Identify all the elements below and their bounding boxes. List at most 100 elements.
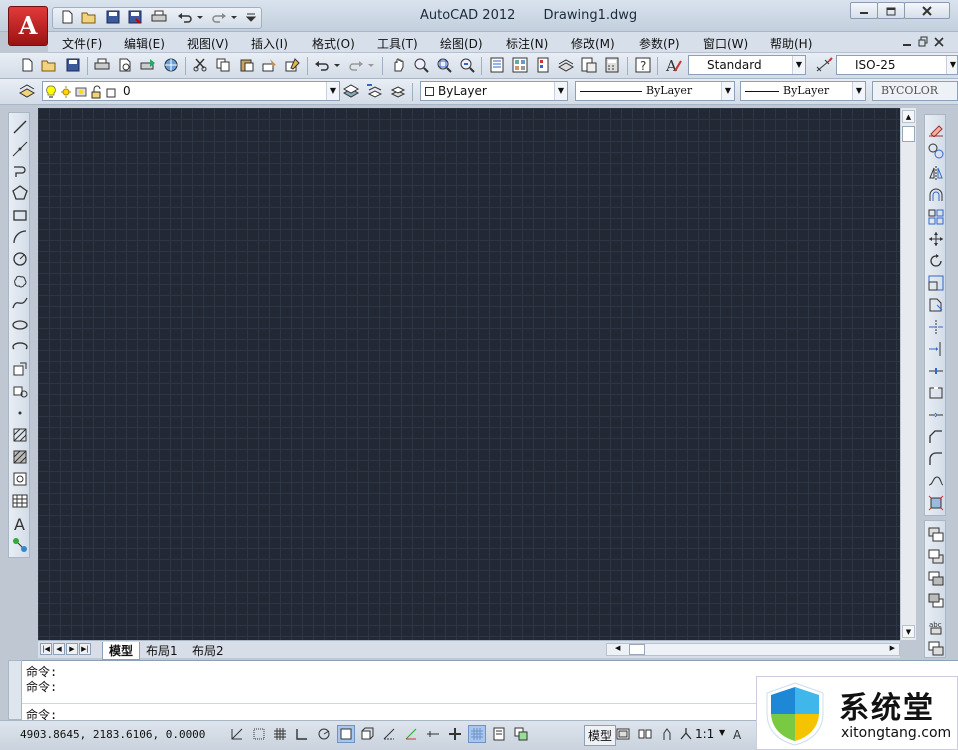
offset-icon[interactable] (926, 185, 946, 205)
undo-icon[interactable] (312, 55, 332, 75)
3d-object-snap-icon[interactable] (358, 725, 376, 743)
lineweight-select[interactable]: ByLayer ▼ (740, 81, 866, 101)
horizontal-scroll-thumb[interactable] (629, 644, 645, 655)
send-to-back-icon[interactable] (926, 547, 946, 567)
menu-parameters[interactable]: 参数(P) (639, 35, 680, 52)
tab-model[interactable]: 模型 (102, 642, 141, 660)
design-center-icon[interactable] (510, 55, 530, 75)
array-icon[interactable] (926, 207, 946, 227)
match-properties-icon[interactable] (260, 55, 280, 75)
chamfer-icon[interactable] (926, 427, 946, 447)
paste-icon[interactable] (237, 55, 257, 75)
scroll-up-arrow-icon[interactable]: ▲ (902, 110, 915, 123)
rotate-icon[interactable] (926, 251, 946, 271)
scroll-down-arrow-icon[interactable]: ▼ (902, 625, 915, 638)
polar-tracking-icon[interactable] (315, 725, 333, 743)
redo-icon[interactable] (346, 55, 366, 75)
bring-to-front-icon[interactable] (926, 525, 946, 545)
ellipse-icon[interactable] (10, 315, 30, 335)
3d-dwf-icon[interactable] (161, 55, 181, 75)
publish-icon[interactable] (138, 55, 158, 75)
hatch-to-back-icon[interactable] (926, 639, 946, 659)
open-icon[interactable] (39, 55, 59, 75)
help-icon[interactable]: ? (633, 55, 653, 75)
tool-palettes-icon[interactable] (533, 55, 553, 75)
object-snap-icon[interactable] (337, 725, 355, 743)
quick-view-layouts-icon[interactable] (614, 725, 632, 743)
chevron-down-icon[interactable]: ▼ (719, 728, 725, 737)
make-current-layer-icon[interactable] (342, 81, 362, 101)
menu-draw[interactable]: 绘图(D) (440, 35, 483, 52)
plot-icon[interactable] (92, 55, 112, 75)
pan-icon[interactable] (388, 55, 408, 75)
copy-icon[interactable] (213, 55, 233, 75)
save-icon[interactable] (63, 55, 83, 75)
copy-object-icon[interactable] (926, 141, 946, 161)
object-snap-tracking-icon[interactable] (380, 725, 398, 743)
text-style-icon[interactable]: A (664, 55, 684, 75)
layer-properties-icon[interactable] (18, 81, 38, 101)
menu-insert[interactable]: 插入(I) (251, 35, 288, 52)
scroll-right-arrow-icon[interactable]: ▶ (890, 644, 895, 652)
text-to-front-icon[interactable]: abc (926, 617, 946, 637)
scale-icon[interactable] (926, 273, 946, 293)
tab-layout2[interactable]: 布局2 (188, 642, 228, 659)
qopen-icon[interactable] (80, 9, 98, 25)
menu-edit[interactable]: 编辑(E) (124, 35, 165, 52)
plot-preview-icon[interactable] (115, 55, 135, 75)
layer-previous-icon[interactable] (365, 81, 385, 101)
block-editor-icon[interactable] (283, 55, 303, 75)
application-menu-button[interactable]: A (8, 6, 48, 46)
break-icon[interactable] (926, 383, 946, 403)
zoom-realtime-icon[interactable] (411, 55, 431, 75)
menu-modify[interactable]: 修改(M) (571, 35, 615, 52)
vertical-scrollbar[interactable]: ▲ ▼ (900, 108, 916, 640)
hatch-icon[interactable] (10, 425, 30, 445)
quick-properties-icon[interactable] (490, 725, 508, 743)
table-icon[interactable] (10, 491, 30, 511)
ortho-mode-icon[interactable] (293, 725, 311, 743)
rectangle-icon[interactable] (10, 205, 30, 225)
qsave-icon[interactable] (104, 9, 122, 25)
point-icon[interactable] (10, 403, 30, 423)
qundo-dropdown-icon[interactable] (196, 9, 204, 25)
coordinate-display[interactable]: 4903.8645, 2183.6106, 0.0000 (20, 728, 205, 741)
menu-format[interactable]: 格式(O) (312, 35, 355, 52)
infer-constraints-icon[interactable] (228, 725, 246, 743)
quickcalc-icon[interactable] (602, 55, 622, 75)
restore-button[interactable] (877, 2, 905, 19)
transparency-icon[interactable] (468, 725, 486, 743)
menu-file[interactable]: 文件(F) (62, 35, 102, 52)
last-tab-icon[interactable]: ▶| (79, 643, 91, 655)
qnew-icon[interactable] (58, 9, 76, 25)
add-selected-icon[interactable] (10, 535, 30, 555)
send-under-icon[interactable] (926, 591, 946, 611)
vertical-scroll-thumb[interactable] (902, 126, 915, 142)
first-tab-icon[interactable]: |◀ (40, 643, 52, 655)
blend-curves-icon[interactable] (926, 471, 946, 491)
annotation-scale-icon[interactable] (677, 725, 695, 743)
menu-view[interactable]: 视图(V) (187, 35, 229, 52)
qat-customize-icon[interactable] (245, 9, 257, 25)
qsaveas-icon[interactable] (126, 9, 144, 25)
arc-icon[interactable] (10, 227, 30, 247)
annotation-scale-value[interactable]: 1:1 (695, 727, 714, 741)
linetype-select[interactable]: ByLayer ▼ (575, 81, 735, 101)
lineweight-icon[interactable] (446, 725, 464, 743)
circle-icon[interactable] (10, 249, 30, 269)
color-select[interactable]: ByLayer ▼ (420, 81, 568, 101)
menu-window[interactable]: 窗口(W) (703, 35, 748, 52)
pan-status-icon[interactable] (660, 725, 672, 743)
stretch-icon[interactable] (926, 295, 946, 315)
doc-restore-icon[interactable] (918, 36, 928, 48)
zoom-window-icon[interactable] (434, 55, 454, 75)
markup-set-manager-icon[interactable] (579, 55, 599, 75)
model-space-toggle[interactable]: 模型 (584, 725, 617, 746)
tab-layout1[interactable]: 布局1 (142, 642, 182, 659)
text-style-select[interactable]: Standard ▼ (688, 55, 806, 75)
command-input[interactable]: 命令: (22, 703, 758, 722)
erase-icon[interactable] (926, 119, 946, 139)
polygon-icon[interactable] (10, 183, 30, 203)
horizontal-scrollbar[interactable]: ◀ ▶ (606, 643, 900, 656)
menu-dimension[interactable]: 标注(N) (506, 35, 548, 52)
